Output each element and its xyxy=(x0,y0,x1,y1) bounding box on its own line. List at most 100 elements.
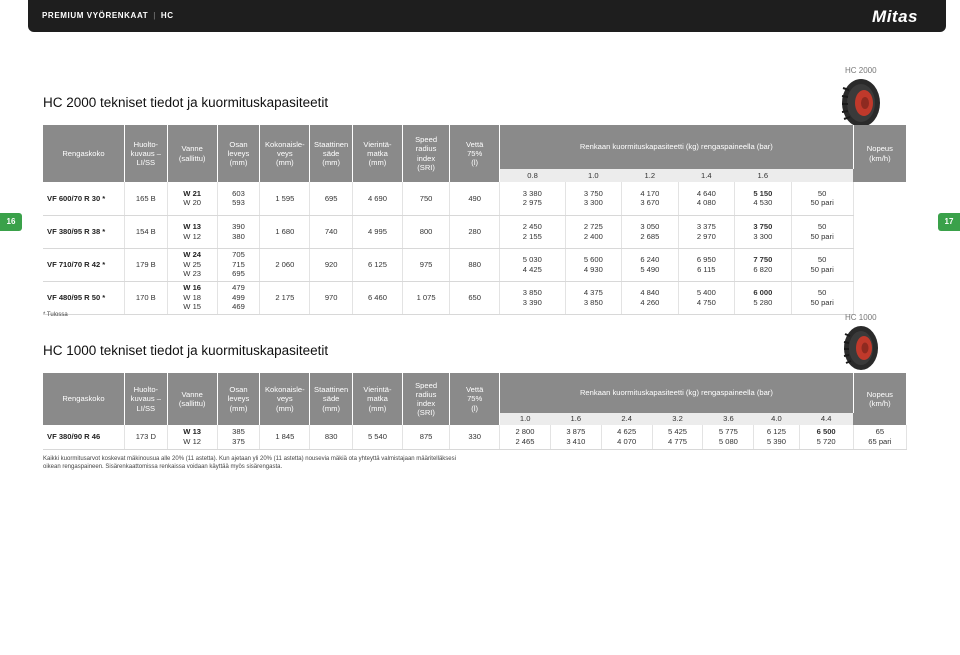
pressure-header: 1.6 xyxy=(550,413,602,425)
breadcrumb-product[interactable]: HC xyxy=(161,11,174,20)
cell-static: 695 xyxy=(309,182,354,216)
cell-cap-max-bottom: 4 530 xyxy=(753,198,773,208)
cell-static: 830 xyxy=(309,425,354,450)
cell-cap: 4 625 4 070 xyxy=(601,425,653,450)
cell-cap-max-bottom: 3 300 xyxy=(753,231,773,241)
header-sri: Speed radius index (SRI) xyxy=(402,373,451,425)
cell-cap: 5 775 5 080 xyxy=(702,425,755,450)
cell-cap: 3 050 2 685 xyxy=(621,215,679,249)
cell-rim-main: W 24 xyxy=(183,250,202,260)
breadcrumb-separator: | xyxy=(153,11,156,20)
cell-rolling: 5 540 xyxy=(352,425,403,450)
cell-size: VF 380/95 R 38 * xyxy=(43,215,125,249)
cell-cap: 5 030 4 425 xyxy=(499,248,566,282)
pressure-header: 3.2 xyxy=(652,413,703,425)
cell-sri: 800 xyxy=(402,215,451,249)
pressure-header: 1.0 xyxy=(499,413,551,425)
hc2000-tire-image xyxy=(840,78,882,128)
cell-rolling: 4 690 xyxy=(352,182,403,216)
cell-height: 1 680 xyxy=(259,215,311,249)
header-height: Kokonaisle- veys (mm) xyxy=(259,125,311,182)
cell-width: 479 499 469 xyxy=(217,281,261,315)
header-static-radius: Staattinen säde (mm) xyxy=(309,125,354,182)
cell-width: 390 380 xyxy=(217,215,261,249)
cell-cap-max-top: 3 750 xyxy=(753,222,773,232)
cell-height: 2 175 xyxy=(259,281,311,315)
header-width: Osan leveys (mm) xyxy=(217,373,261,425)
cell-cap-max-bottom: 5 280 xyxy=(753,297,773,307)
cell-sri: 1 075 xyxy=(402,281,451,315)
cell-height: 1 845 xyxy=(259,425,311,450)
cell-speed: 50 50 pari xyxy=(791,248,854,282)
hc1000-tire-image xyxy=(842,325,880,371)
hc1000-label: HC 1000 xyxy=(845,313,877,322)
cell-cap: 4 170 3 670 xyxy=(621,182,679,216)
header-speed: Nopeus (km/h) xyxy=(853,125,908,182)
cell-service: 165 B xyxy=(124,182,168,216)
cell-cap: 6 240 5 490 xyxy=(621,248,679,282)
cell-cap: 3 875 3 410 xyxy=(550,425,602,450)
table-row: VF 380/95 R 38 * 154 B W 13 W 12 390 380 … xyxy=(43,215,907,249)
cell-static: 740 xyxy=(309,215,354,249)
pressure-header: 4.4 xyxy=(799,413,854,425)
cell-cap: 4 375 3 850 xyxy=(565,281,623,315)
cell-rim: W 13 W 12 xyxy=(167,425,218,450)
cell-width: 705 715 695 xyxy=(217,248,261,282)
cell-speed: 65 65 pari xyxy=(853,425,908,450)
header-capacity: Renkaan kuormituskapasiteetti (kg) renga… xyxy=(499,373,854,413)
cell-cap-max-bottom: 5 720 xyxy=(816,436,836,446)
cell-width: 385 375 xyxy=(217,425,261,450)
hc2000-title: HC 2000 tekniset tiedot ja kuormituskapa… xyxy=(43,95,329,110)
cell-cap: 3 375 2 970 xyxy=(678,215,736,249)
cell-cap-max: 6 500 5 720 xyxy=(799,425,854,450)
cell-speed: 50 50 pari xyxy=(791,281,854,315)
hc2000-label: HC 2000 xyxy=(845,66,877,75)
cell-static: 970 xyxy=(309,281,354,315)
pressure-header: 1.4 xyxy=(678,169,735,182)
cell-cap-max-top: 6 500 xyxy=(816,427,836,437)
cell-rim-main: W 13 xyxy=(183,222,202,232)
page-number-left: 16 xyxy=(0,213,22,231)
breadcrumb-section[interactable]: PREMIUM VYÖRENKAAT xyxy=(42,11,148,20)
cell-static: 920 xyxy=(309,248,354,282)
cell-water: 330 xyxy=(449,425,501,450)
cell-height: 1 595 xyxy=(259,182,311,216)
header-size: Rengaskoko xyxy=(43,125,125,182)
cell-cap: 5 425 4 775 xyxy=(652,425,704,450)
cell-cap: 2 725 2 400 xyxy=(565,215,623,249)
cell-cap: 3 850 3 390 xyxy=(499,281,566,315)
table-row: VF 480/95 R 50 * 170 B W 16 W 18 W 15 479… xyxy=(43,281,907,315)
cell-rolling: 6 460 xyxy=(352,281,403,315)
cell-cap-max: 3 750 3 300 xyxy=(734,215,792,249)
header-rolling: Vierintä- matka (mm) xyxy=(352,373,403,425)
header-static-radius: Staattinen säde (mm) xyxy=(309,373,354,425)
cell-cap: 2 450 2 155 xyxy=(499,215,566,249)
mitas-logo[interactable]: Mitas xyxy=(872,7,918,27)
cell-rim-alt: W 12 xyxy=(183,231,202,241)
cell-size: VF 380/90 R 46 xyxy=(43,425,125,450)
cell-height: 2 060 xyxy=(259,248,311,282)
cell-service: 179 B xyxy=(124,248,168,282)
cell-width: 603 593 xyxy=(217,182,261,216)
cell-rim: W 24 W 25 W 23 xyxy=(167,248,218,282)
cell-cap: 4 840 4 260 xyxy=(621,281,679,315)
header-water: Vettä 75% (l) xyxy=(449,125,501,182)
cell-rim-main: W 21 xyxy=(183,188,202,198)
cell-sri: 750 xyxy=(402,182,451,216)
header-width: Osan leveys (mm) xyxy=(217,125,261,182)
cell-cap: 6 950 6 115 xyxy=(678,248,736,282)
pressure-header: 0.8 xyxy=(499,169,566,182)
cell-size: VF 600/70 R 30 * xyxy=(43,182,125,216)
cell-rim-alt: W 20 xyxy=(183,198,202,208)
cell-cap: 6 125 5 390 xyxy=(753,425,800,450)
cell-service: 170 B xyxy=(124,281,168,315)
header-service: Huolto- kuvaus – LI/SS xyxy=(124,125,168,182)
pressure-header: 2.4 xyxy=(601,413,653,425)
hc2000-table: Rengaskoko Huolto- kuvaus – LI/SS Vanne … xyxy=(43,125,908,315)
cell-water: 490 xyxy=(449,182,501,216)
cell-cap-max: 6 000 5 280 xyxy=(734,281,792,315)
header-service: Huolto- kuvaus – LI/SS xyxy=(124,373,168,425)
pressure-header: 1.6 xyxy=(734,169,792,182)
cell-service: 173 D xyxy=(124,425,168,450)
cell-cap: 3 380 2 975 xyxy=(499,182,566,216)
